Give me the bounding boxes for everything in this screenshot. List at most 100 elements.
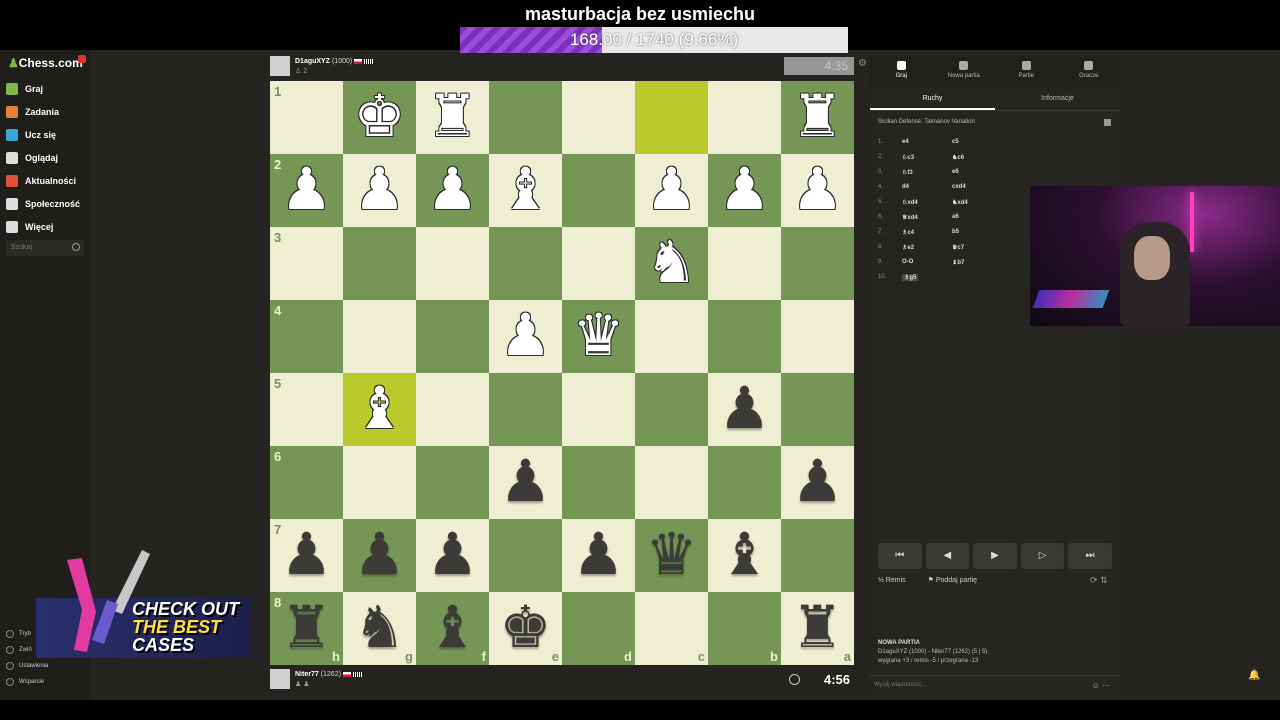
board-square[interactable]: ♟ — [708, 373, 781, 446]
board-square[interactable] — [343, 446, 416, 519]
board-square[interactable]: 2 ♟ — [270, 154, 343, 227]
chess-board[interactable]: 1 ♚ ♜ ♜ 2 ♟ ♟ ♟ ♝ ♟ ♟ ♟ 3 ♞ 4 ♟ ♛ 5 ♝ ♟ 6 ♟ ♟ 7 ♟ ♟ ♟ ♟ ♛ ♝ 8 h ♜ g ♞ f ♝ e ♚ d… — [270, 81, 854, 665]
board-square[interactable]: f ♝ — [416, 592, 489, 665]
sidebar-item-3[interactable]: Oglądaj — [6, 149, 58, 167]
board-square[interactable]: ♟ — [781, 154, 854, 227]
board-square[interactable] — [416, 227, 489, 300]
board-square[interactable]: ♛ — [635, 519, 708, 592]
board-square[interactable] — [781, 227, 854, 300]
bell-icon[interactable]: 🔔 — [1248, 670, 1260, 682]
white-move[interactable]: d4 — [902, 184, 909, 190]
white-move[interactable]: O-O — [902, 259, 913, 265]
subtab-1[interactable]: Informacje — [995, 89, 1120, 110]
black-piece[interactable]: ♞ — [343, 592, 416, 665]
black-piece[interactable]: ♟ — [489, 446, 562, 519]
chat-input[interactable]: Wyślij wiadomość... ☺ ⋯ — [870, 675, 1120, 695]
white-piece[interactable]: ♟ — [416, 154, 489, 227]
board-square[interactable]: a ♜ — [781, 592, 854, 665]
black-piece[interactable]: ♟ — [270, 519, 343, 592]
chesscom-logo[interactable]: ♟Chess.com — [8, 56, 83, 70]
board-square[interactable]: ♜ — [781, 81, 854, 154]
black-move[interactable]: c5 — [952, 139, 959, 145]
sidebar-item-1[interactable]: Zadania — [6, 103, 59, 121]
board-square[interactable]: ♟ — [416, 154, 489, 227]
black-move[interactable]: b5 — [952, 229, 959, 235]
white-piece[interactable]: ♟ — [635, 154, 708, 227]
board-square[interactable]: 7 ♟ — [270, 519, 343, 592]
black-move[interactable]: ♛c7 — [952, 244, 964, 251]
white-piece[interactable]: ♟ — [489, 300, 562, 373]
board-square[interactable] — [708, 81, 781, 154]
board-square[interactable]: ♟ — [343, 154, 416, 227]
board-square[interactable]: ♝ — [708, 519, 781, 592]
board-square[interactable]: ♞ — [635, 227, 708, 300]
subtab-0[interactable]: Ruchy — [870, 89, 995, 110]
board-square[interactable]: ♟ — [562, 519, 635, 592]
board-square[interactable] — [562, 227, 635, 300]
black-piece[interactable]: ♝ — [708, 519, 781, 592]
search-icon[interactable] — [72, 243, 80, 251]
board-square[interactable]: ♟ — [489, 300, 562, 373]
white-piece[interactable]: ♟ — [343, 154, 416, 227]
board-square[interactable] — [416, 373, 489, 446]
draw-button[interactable]: ½ Remis — [878, 577, 916, 584]
board-square[interactable]: ♟ — [489, 446, 562, 519]
board-square[interactable]: ♟ — [781, 446, 854, 519]
sidebar-item-5[interactable]: Społeczność — [6, 195, 80, 213]
white-move[interactable]: ♘xd4 — [902, 199, 918, 206]
board-square[interactable] — [489, 373, 562, 446]
move-nav-button[interactable]: ▷ — [1020, 543, 1065, 569]
black-move[interactable]: ♞xd4 — [952, 199, 968, 206]
white-move[interactable]: ♗g5 — [902, 274, 919, 281]
black-piece[interactable]: ♛ — [635, 519, 708, 592]
tab-0[interactable]: Graj — [870, 57, 933, 87]
board-square[interactable] — [708, 227, 781, 300]
board-square[interactable] — [708, 300, 781, 373]
sidebar-item-0[interactable]: Graj — [6, 80, 43, 98]
white-piece[interactable]: ♝ — [489, 154, 562, 227]
board-square[interactable]: ♟ — [708, 154, 781, 227]
move-nav-button[interactable]: ⏭ — [1068, 543, 1112, 569]
white-piece[interactable]: ♜ — [416, 81, 489, 154]
board-square[interactable] — [343, 227, 416, 300]
board-square[interactable] — [781, 373, 854, 446]
black-piece[interactable]: ♝ — [416, 592, 489, 665]
black-piece[interactable]: ♟ — [562, 519, 635, 592]
board-square[interactable]: 3 — [270, 227, 343, 300]
gear-icon[interactable]: ⚙ — [858, 58, 867, 69]
white-piece[interactable]: ♚ — [343, 81, 416, 154]
move-nav-button[interactable]: ◀ — [925, 543, 970, 569]
white-move[interactable]: e4 — [902, 139, 909, 145]
black-piece[interactable]: ♜ — [781, 592, 854, 665]
emoji-icon[interactable]: ☺ ⋯ — [1092, 681, 1110, 690]
white-piece[interactable]: ♞ — [635, 227, 708, 300]
board-square[interactable] — [562, 446, 635, 519]
board-square[interactable] — [489, 227, 562, 300]
board-square[interactable]: ♚ — [343, 81, 416, 154]
board-square[interactable] — [635, 300, 708, 373]
board-square[interactable] — [343, 300, 416, 373]
search-input[interactable]: Szukaj — [6, 240, 84, 256]
board-square[interactable] — [562, 81, 635, 154]
board-square[interactable]: ♟ — [343, 519, 416, 592]
board-square[interactable] — [781, 519, 854, 592]
resign-button[interactable]: ⚑ Poddaj partię — [928, 577, 988, 584]
board-square[interactable]: ♝ — [489, 154, 562, 227]
board-square[interactable] — [416, 446, 489, 519]
board-square[interactable]: ♟ — [416, 519, 489, 592]
book-icon[interactable] — [1104, 119, 1111, 126]
white-move[interactable]: ♘f3 — [902, 169, 913, 176]
tab-1[interactable]: Nowa partia — [933, 57, 996, 87]
black-move[interactable]: ♞c6 — [952, 154, 964, 161]
black-piece[interactable]: ♟ — [343, 519, 416, 592]
board-square[interactable]: d — [562, 592, 635, 665]
sidebar-bottom-link[interactable]: Wsparcie — [6, 674, 48, 690]
board-square[interactable] — [489, 81, 562, 154]
board-square[interactable] — [562, 154, 635, 227]
board-square[interactable] — [708, 446, 781, 519]
board-square[interactable]: ♝ — [343, 373, 416, 446]
white-piece[interactable]: ♝ — [343, 373, 416, 446]
board-square[interactable] — [635, 81, 708, 154]
player-name[interactable]: Niter77 — [295, 671, 319, 678]
white-piece[interactable]: ♟ — [708, 154, 781, 227]
